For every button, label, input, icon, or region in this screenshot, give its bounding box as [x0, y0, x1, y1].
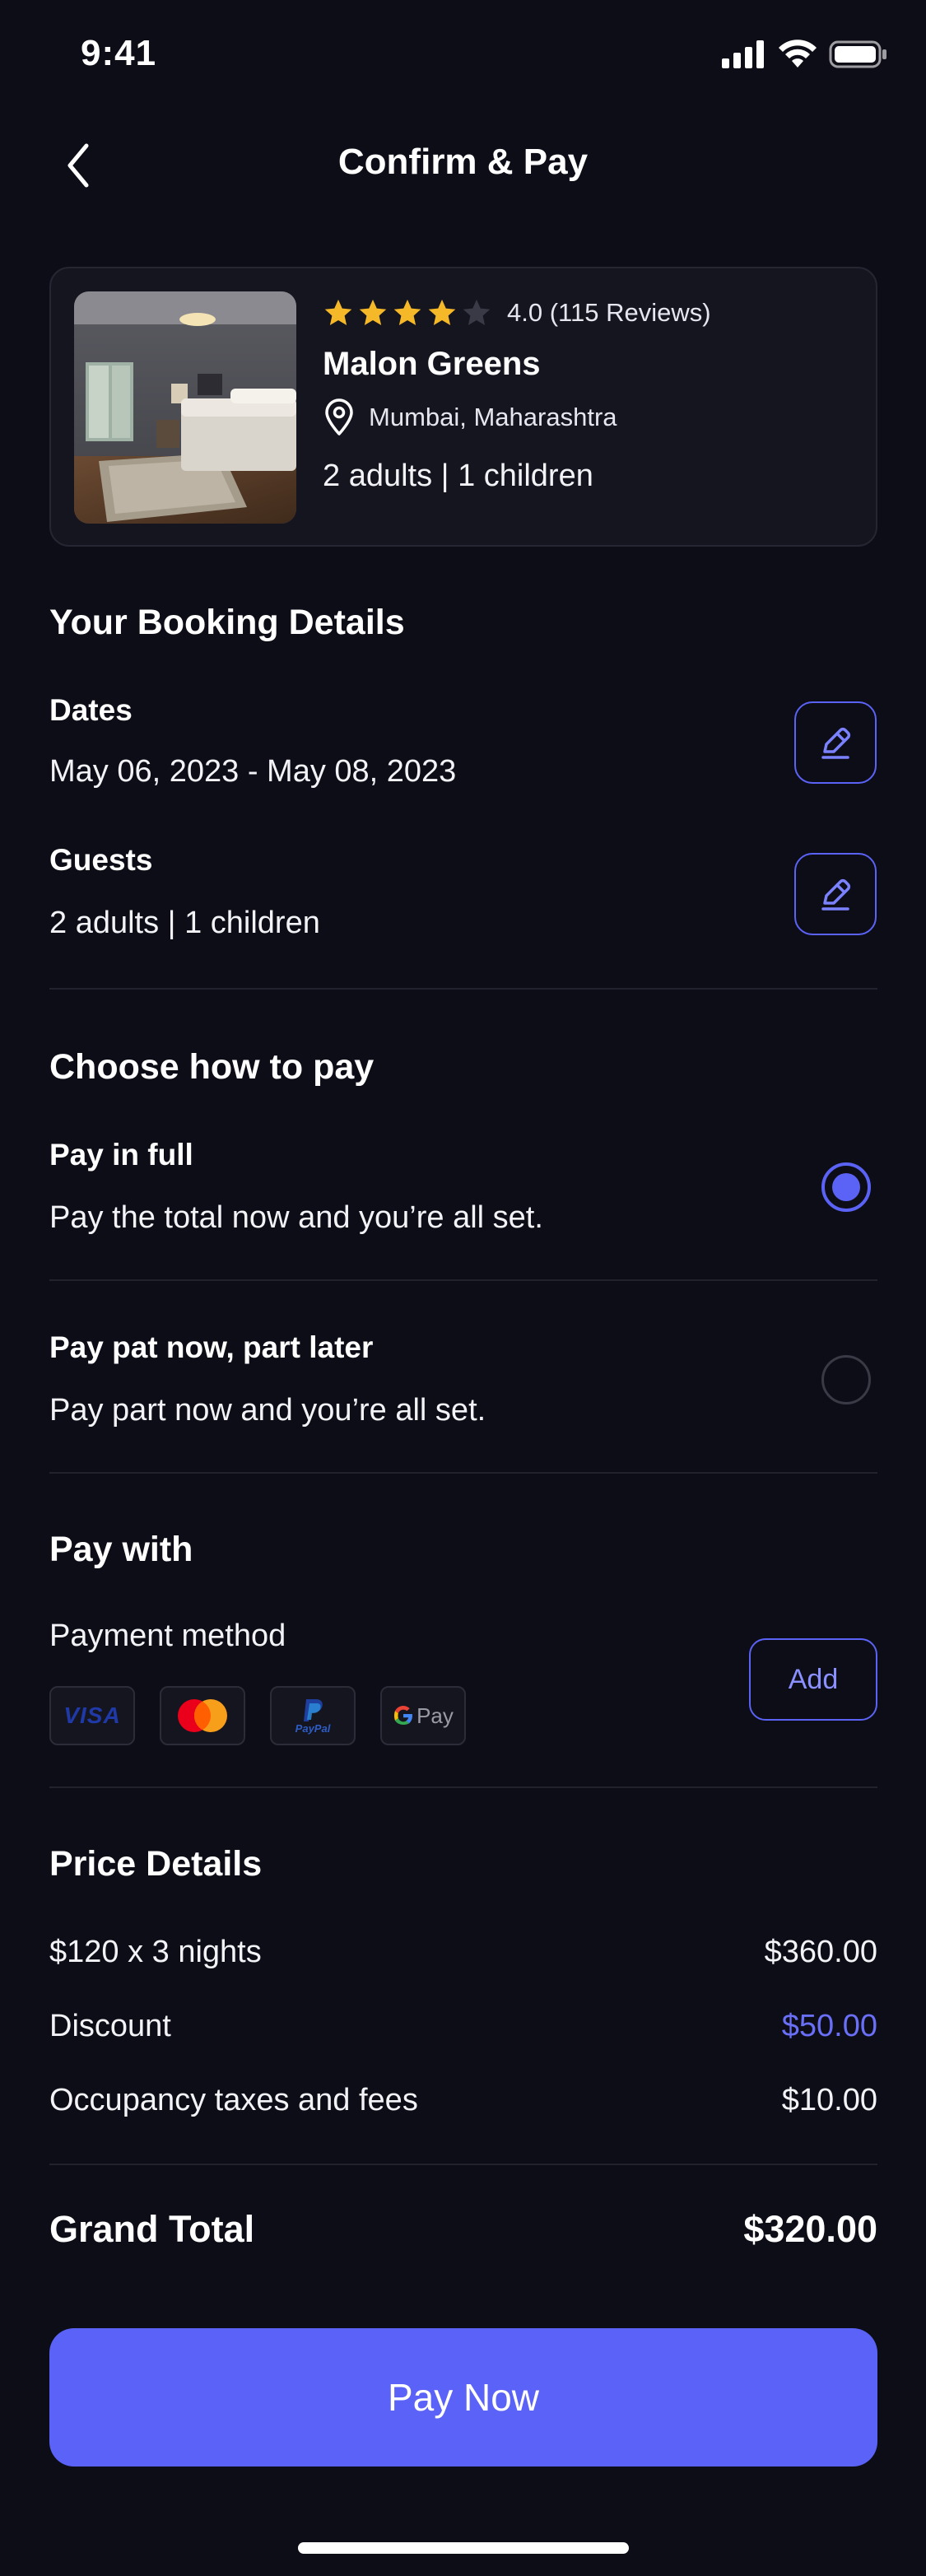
cellular-signal-icon — [722, 40, 764, 68]
price-value: $50.00 — [781, 2009, 877, 2043]
dates-value: May 06, 2023 - May 08, 2023 — [49, 754, 457, 789]
star-filled-icon — [393, 299, 421, 326]
battery-icon — [829, 40, 886, 68]
google-pay-text: Pay — [416, 1703, 454, 1728]
price-label: Discount — [49, 2009, 171, 2043]
guests-label: Guests — [49, 843, 153, 877]
pencil-icon — [821, 727, 851, 759]
star-empty-icon — [463, 299, 491, 326]
divider — [49, 2164, 877, 2165]
price-row-discount: Discount $50.00 — [49, 2009, 877, 2044]
hotel-card[interactable]: 4.0 (115 Reviews) Malon Greens Mumbai, M… — [49, 267, 877, 547]
option-pay-full-title: Pay in full — [49, 1138, 193, 1172]
star-filled-icon — [359, 299, 387, 326]
price-value: $360.00 — [764, 1935, 877, 1969]
price-label: Occupancy taxes and fees — [49, 2083, 418, 2117]
grand-total-value: $320.00 — [743, 2208, 877, 2250]
option-pay-part-desc: Pay part now and you’re all set. — [49, 1393, 486, 1428]
home-indicator — [298, 2542, 629, 2554]
option-pay-part-title: Pay pat now, part later — [49, 1330, 374, 1364]
choose-pay-title: Choose how to pay — [49, 1047, 375, 1087]
price-row-nights: $120 x 3 nights $360.00 — [49, 1935, 877, 1970]
star-filled-icon — [428, 299, 456, 326]
rating-row: 4.0 (115 Reviews) — [323, 291, 859, 334]
edit-dates-button[interactable] — [794, 701, 877, 784]
google-g-glyph — [394, 1706, 413, 1725]
divider — [49, 1279, 877, 1281]
divider — [49, 1786, 877, 1788]
pay-with-title: Pay with — [49, 1530, 193, 1569]
page-title: Confirm & Pay — [337, 142, 589, 182]
visa-text: VISA — [63, 1703, 121, 1728]
location-pin-icon — [325, 398, 353, 436]
guests-value: 2 adults | 1 children — [49, 906, 320, 940]
status-time: 9:41 — [81, 33, 157, 73]
add-payment-button[interactable]: Add — [749, 1638, 877, 1721]
rating-stars — [323, 297, 492, 328]
grand-total-row: Grand Total $320.00 — [49, 2208, 877, 2251]
paypal-p-glyph — [304, 1698, 323, 1721]
location-row: Mumbai, Maharashtra — [323, 398, 859, 437]
wifi-icon — [779, 40, 817, 68]
status-icons — [722, 40, 888, 69]
edit-guests-button[interactable] — [794, 853, 877, 935]
radio-pay-full[interactable] — [821, 1162, 871, 1212]
hotel-name: Malon Greens — [323, 346, 541, 382]
price-details-title: Price Details — [49, 1844, 263, 1884]
visa-icon[interactable]: VISA — [49, 1686, 135, 1745]
paypal-text: PayPal — [295, 1721, 331, 1735]
price-row-taxes: Occupancy taxes and fees $10.00 — [49, 2083, 877, 2118]
status-bar: 9:41 — [0, 0, 926, 115]
option-pay-full-desc: Pay the total now and you’re all set. — [49, 1200, 543, 1235]
mastercard-circles — [178, 1699, 227, 1732]
hotel-info: 4.0 (115 Reviews) Malon Greens Mumbai, M… — [323, 291, 859, 494]
paypal-icon[interactable]: PayPal — [270, 1686, 356, 1745]
price-label: $120 x 3 nights — [49, 1935, 262, 1969]
price-value: $10.00 — [781, 2083, 877, 2117]
google-pay-icon[interactable]: Pay — [380, 1686, 466, 1745]
rating-text: 4.0 (115 Reviews) — [507, 298, 711, 327]
pay-now-button[interactable]: Pay Now — [49, 2328, 877, 2467]
location-text: Mumbai, Maharashtra — [369, 403, 617, 431]
hotel-guests: 2 adults | 1 children — [323, 459, 593, 493]
pencil-icon — [821, 878, 851, 911]
hotel-photo — [74, 291, 296, 524]
payment-cards: VISA PayPal Pay — [49, 1686, 466, 1745]
booking-details-title: Your Booking Details — [49, 603, 405, 642]
payment-method-label: Payment method — [49, 1619, 286, 1653]
dates-label: Dates — [49, 693, 133, 727]
divider — [49, 988, 877, 990]
divider — [49, 1472, 877, 1474]
radio-pay-part[interactable] — [821, 1355, 871, 1404]
grand-total-label: Grand Total — [49, 2208, 255, 2250]
nav-bar: Confirm & Pay — [0, 123, 926, 206]
star-filled-icon — [324, 299, 352, 326]
mastercard-icon[interactable] — [160, 1686, 245, 1745]
